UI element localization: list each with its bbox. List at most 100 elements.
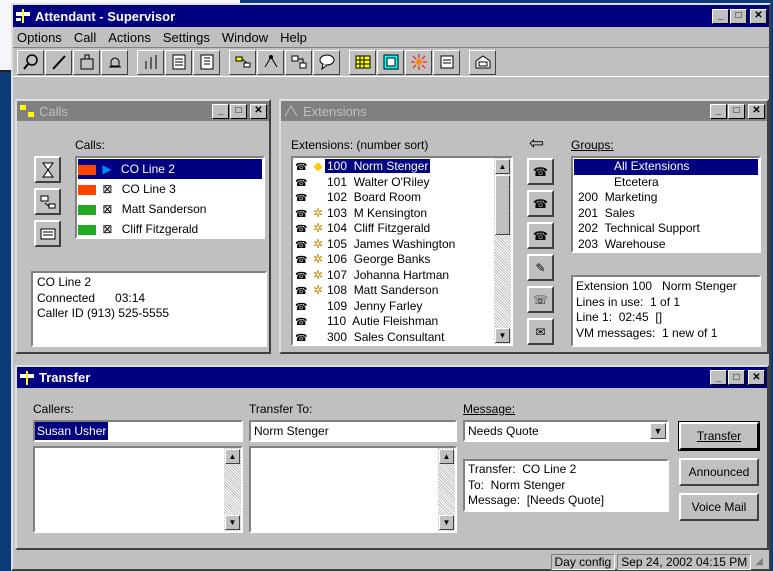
calls-list[interactable]: ▶ CO Line 2 ⊠ CO Line 3 ⊠ Matt Sanderson… bbox=[75, 156, 265, 239]
extension-item[interactable]: ☎ ◆ 100 Norm Stenger bbox=[295, 159, 491, 175]
group-item[interactable]: All Extensions bbox=[574, 159, 758, 175]
menu-call[interactable]: Call bbox=[74, 30, 96, 45]
scroll-thumb[interactable] bbox=[495, 175, 510, 235]
callers-scroll-up[interactable]: ▲ bbox=[225, 449, 240, 464]
arrow-left-icon[interactable]: ⇦ bbox=[529, 133, 544, 154]
announced-button-label: Announced bbox=[688, 465, 750, 479]
route-icon[interactable] bbox=[229, 49, 256, 75]
calls-minimize-button[interactable]: _ bbox=[212, 103, 229, 119]
call-item[interactable]: ▶ CO Line 2 bbox=[78, 159, 262, 179]
extension-item[interactable]: ☎ ✲ 108 Matt Sanderson bbox=[295, 283, 491, 299]
call-item[interactable]: ⊠ Cliff Fitzgerald bbox=[78, 219, 262, 237]
close-button[interactable]: ✕ bbox=[750, 8, 767, 24]
bell-icon[interactable] bbox=[101, 49, 128, 75]
resize-grip-icon[interactable]: ◢ bbox=[755, 556, 763, 567]
scroll-down-button[interactable]: ▼ bbox=[495, 328, 510, 343]
building-icon[interactable] bbox=[73, 49, 100, 75]
scroll-up-button[interactable]: ▲ bbox=[495, 159, 510, 174]
transfer-call-icon[interactable] bbox=[34, 188, 61, 215]
menu-options[interactable]: Options bbox=[17, 30, 62, 45]
keypad-icon[interactable] bbox=[349, 49, 376, 75]
extension-info-line: Extension 100 Norm Stenger bbox=[576, 279, 737, 293]
extension-item[interactable]: ☎ ✲ 106 George Banks bbox=[295, 252, 491, 268]
transfer-minimize-button[interactable]: _ bbox=[710, 370, 727, 385]
minimize-button[interactable]: _ bbox=[712, 8, 729, 24]
callers-list[interactable]: ▲ ▼ bbox=[33, 446, 243, 533]
callers-field[interactable]: Susan Usher bbox=[33, 420, 243, 442]
group-item[interactable]: 203 Warehouse bbox=[574, 237, 758, 252]
menu-help[interactable]: Help bbox=[280, 30, 307, 45]
park-icon[interactable] bbox=[34, 220, 61, 247]
network-icon[interactable] bbox=[257, 49, 284, 75]
call-item[interactable]: ⊠ CO Line 3 bbox=[78, 179, 262, 199]
voicemail-icon[interactable]: ✉ bbox=[527, 318, 554, 345]
transfer-button[interactable]: Transfer bbox=[678, 421, 760, 451]
menu-settings[interactable]: Settings bbox=[163, 30, 210, 45]
extensions-close-button[interactable]: ✕ bbox=[748, 103, 765, 119]
group-item[interactable]: 202 Technical Support bbox=[574, 221, 758, 237]
group-item[interactable]: Etcetera bbox=[574, 175, 758, 191]
transfer-to-scroll-down[interactable]: ▼ bbox=[439, 515, 454, 530]
extension-item[interactable]: ☎ 102 Board Room bbox=[295, 190, 491, 206]
extension-item[interactable]: ☎ 109 Jenny Farley bbox=[295, 299, 491, 315]
voice-mail-button[interactable]: Voice Mail bbox=[679, 493, 759, 521]
group-item[interactable]: 201 Sales bbox=[574, 206, 758, 222]
grid-page-icon[interactable] bbox=[193, 49, 220, 75]
note-icon[interactable]: ✎ bbox=[527, 254, 554, 281]
extension-item[interactable]: ☎ 110 Autie Fleishman bbox=[295, 314, 491, 330]
transfer-title-bar[interactable]: Transfer _ □ ✕ bbox=[17, 367, 767, 388]
extensions-minimize-button[interactable]: _ bbox=[710, 103, 727, 119]
chat-icon[interactable] bbox=[313, 49, 340, 75]
extensions-maximize-button[interactable]: □ bbox=[728, 103, 745, 119]
line-ringing-icon bbox=[78, 164, 96, 175]
calls-maximize-button[interactable]: □ bbox=[230, 103, 247, 119]
calls-close-button[interactable]: ✕ bbox=[250, 103, 267, 119]
pen-icon[interactable] bbox=[45, 49, 72, 75]
signal-icon[interactable] bbox=[137, 49, 164, 75]
calls-title-bar[interactable]: Calls _ □ ✕ bbox=[17, 101, 269, 121]
extension-item[interactable]: ☎ ✲ 107 Johanna Hartman bbox=[295, 268, 491, 284]
chevron-down-icon[interactable]: ▼ bbox=[650, 423, 666, 439]
extensions-icon bbox=[283, 104, 299, 118]
extension-item[interactable]: ☎ ✲ 105 James Washington bbox=[295, 237, 491, 253]
extension-item-label: 107 Johanna Hartman bbox=[327, 267, 450, 282]
message-select[interactable]: Needs Quote ▼ bbox=[463, 420, 669, 442]
extension-item[interactable]: ☎ 300 Sales Consultant bbox=[295, 330, 491, 345]
extension-item[interactable]: ☎ 101 Walter O'Riley bbox=[295, 175, 491, 191]
extensions-title-bar[interactable]: Extensions _ □ ✕ bbox=[281, 101, 767, 121]
call-item[interactable]: ⊠ Matt Sanderson bbox=[78, 199, 262, 219]
extension-phone-icon: ☎ bbox=[295, 332, 308, 344]
search-icon[interactable] bbox=[17, 49, 44, 75]
transfer-to-scroll-up[interactable]: ▲ bbox=[439, 449, 454, 464]
hold-icon[interactable] bbox=[34, 156, 61, 183]
group-item[interactable]: 200 Marketing bbox=[574, 190, 758, 206]
extensions-list[interactable]: ☎ ◆ 100 Norm Stenger ☎ 101 Walter O'Riley ☎ 10… bbox=[291, 156, 513, 346]
phone-book-icon[interactable] bbox=[433, 49, 460, 75]
mail-icon[interactable] bbox=[469, 49, 496, 75]
menu-window[interactable]: Window bbox=[222, 30, 268, 45]
transfer-close-button[interactable]: ✕ bbox=[748, 370, 765, 385]
page-extension-icon[interactable]: ☎ bbox=[527, 222, 554, 249]
maximize-button[interactable]: □ bbox=[730, 8, 747, 24]
main-title-bar[interactable]: Attendant - Supervisor _ □ ✕ bbox=[13, 5, 769, 27]
page-icon[interactable] bbox=[165, 49, 192, 75]
announced-button[interactable]: Announced bbox=[679, 458, 759, 486]
callers-scroll-down[interactable]: ▼ bbox=[225, 515, 240, 530]
call-extension-icon[interactable]: ☎ bbox=[527, 158, 554, 185]
pickup-icon[interactable]: ☏ bbox=[527, 286, 554, 313]
transfer-title: Transfer bbox=[39, 370, 91, 385]
transfer-to-list[interactable]: ▲ ▼ bbox=[249, 446, 457, 533]
directory-icon[interactable] bbox=[377, 49, 404, 75]
groups-list[interactable]: All Extensions Etcetera 200 Marketing 201 S… bbox=[571, 156, 761, 253]
transfer-extension-icon[interactable]: ☎ bbox=[527, 190, 554, 217]
extension-item[interactable]: ☎ ✲ 103 M Kensington bbox=[295, 206, 491, 222]
transfer-to-field[interactable]: Norm Stenger bbox=[249, 420, 457, 442]
menu-actions[interactable]: Actions bbox=[108, 30, 151, 45]
transfer-maximize-button[interactable]: □ bbox=[728, 370, 745, 385]
extension-item[interactable]: ☎ ✲ 104 Cliff Fitzgerald bbox=[295, 221, 491, 237]
extension-phone-icon: ☎ bbox=[295, 270, 308, 282]
transfer-to-label: Transfer To: bbox=[249, 402, 313, 416]
forward-icon[interactable] bbox=[285, 49, 312, 75]
sun-icon[interactable] bbox=[405, 49, 432, 75]
extension-item-label: 106 George Banks bbox=[327, 252, 431, 266]
